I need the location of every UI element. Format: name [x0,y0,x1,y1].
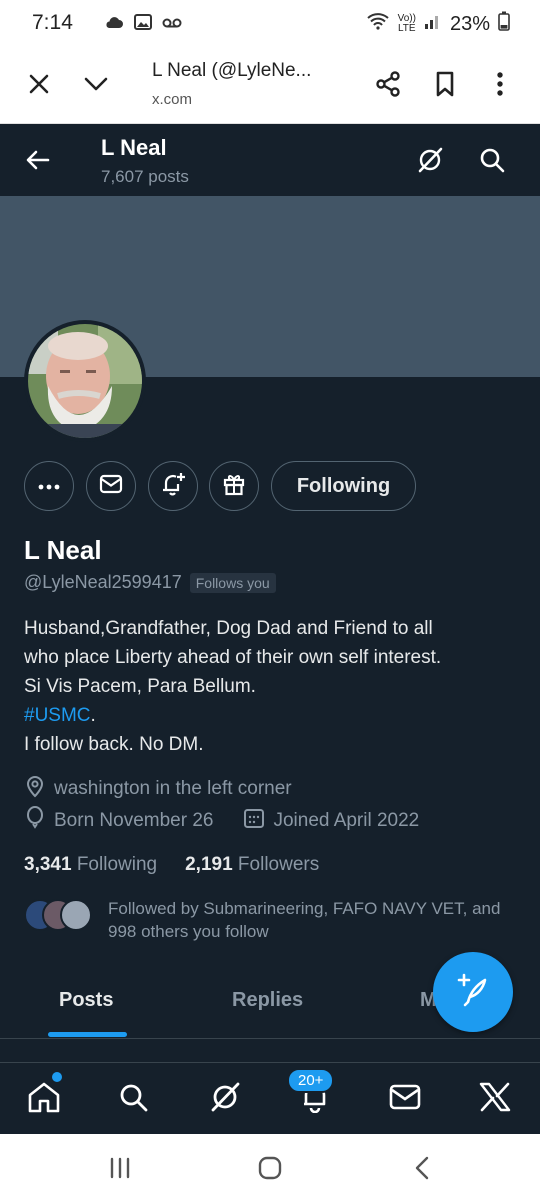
more-options-button[interactable] [24,461,74,511]
avatar [60,899,92,931]
more-vertical-icon[interactable] [482,66,518,102]
followers-count-link[interactable]: 2,191 Followers [185,854,319,876]
wifi-icon [366,12,390,36]
x-logo-icon[interactable] [475,1077,515,1117]
grok-icon[interactable] [205,1077,245,1117]
joined-text: Joined April 2022 [273,810,420,831]
calendar-icon [243,807,265,835]
followed-by-row[interactable]: Followed by Submarineering, FAFO NAVY VE… [24,897,508,943]
follow-counts: 3,341 Following 2,191 Followers [24,854,319,876]
notify-button[interactable] [148,461,198,511]
location-row: washington in the left corner [24,774,292,804]
profile-avatar[interactable] [24,320,146,442]
bio-line: Husband,Grandfather, Dog Dad and Friend … [24,618,433,639]
bottom-navigation: 20+ [0,1062,540,1134]
more-horizontal-icon [38,477,60,495]
recent-apps-icon[interactable] [100,1152,140,1184]
handle: @LyleNeal2599417 [24,572,182,592]
browser-toolbar: L Neal (@LyleNe... x.com [0,46,540,124]
bio-line: I follow back. No DM. [24,734,204,755]
battery-percent: 23% [449,12,490,35]
location-text: washington in the left corner [54,778,292,799]
feather-plus-icon [455,972,491,1013]
gift-icon [222,472,246,501]
mail-icon[interactable] [385,1077,425,1117]
bio-line: who place Liberty ahead of their own sel… [24,647,442,668]
handle-row: @LyleNeal2599417 Follows you [24,572,276,593]
hashtag-link[interactable]: #USMC [24,705,91,726]
bio-hashtag-line: #USMC. [24,705,96,726]
bio-line: Si Vis Pacem, Para Bellum. [24,676,256,697]
notification-badge: 20+ [287,1068,335,1093]
page-title-box[interactable]: L Neal (@LyleNe... x.com [152,60,352,108]
header-name: L Neal [101,135,167,160]
active-tab-indicator [48,1032,127,1037]
close-icon[interactable] [21,66,57,102]
page-url: x.com [152,91,193,108]
profile-header: L Neal 7,607 posts [0,124,540,196]
voicemail-icon [162,16,182,34]
home-icon[interactable] [24,1077,64,1117]
back-arrow-icon[interactable] [20,142,56,178]
balloon-icon [24,806,46,836]
share-icon[interactable] [370,66,406,102]
grok-icon[interactable] [412,142,448,178]
born-text: Born November 26 [54,810,214,831]
location-pin-icon [24,774,46,804]
clock: 7:14 [32,11,73,34]
battery-icon [498,11,510,37]
search-icon[interactable] [113,1077,153,1117]
followed-by-text: Followed by Submarineering, FAFO NAVY VE… [108,899,501,941]
home-circle-icon[interactable] [250,1152,290,1184]
compose-post-button[interactable] [433,952,513,1032]
bell-plus-icon [160,471,186,502]
bookmark-icon[interactable] [427,66,463,102]
volte-label: Vo)) LTE [397,13,416,34]
follower-avatars [24,899,94,933]
gallery-icon [134,14,152,35]
mail-icon [99,474,123,499]
tab-replies[interactable]: Replies [232,989,303,1012]
message-button[interactable] [86,461,136,511]
cloud-icon [104,15,124,34]
profile-bio: Husband,Grandfather, Dog Dad and Friend … [24,614,524,759]
page-title: L Neal (@LyleNe... [152,60,312,81]
tab-posts[interactable]: Posts [59,989,113,1012]
search-icon[interactable] [474,142,510,178]
system-navigation-bar [0,1134,540,1200]
following-button[interactable]: Following [271,461,416,511]
status-bar: 7:14 Vo)) LTE 23% [0,0,540,46]
dates-row: Born November 26 Joined April 2022 [24,806,419,836]
following-count-link[interactable]: 3,341 Following [24,854,157,876]
gift-button[interactable] [209,461,259,511]
signal-icon [424,12,442,36]
home-unread-dot [52,1072,62,1082]
back-chevron-icon[interactable] [402,1152,442,1184]
chevron-down-icon[interactable] [78,66,114,102]
follows-you-badge: Follows you [189,572,276,593]
display-name: L Neal [24,535,102,565]
post-count: 7,607 posts [101,167,189,186]
